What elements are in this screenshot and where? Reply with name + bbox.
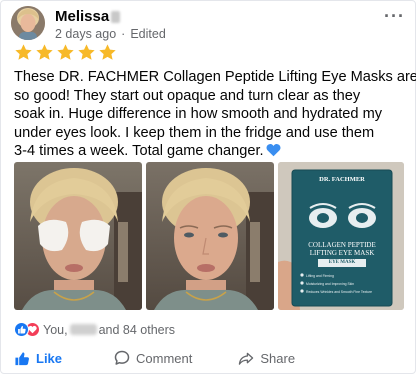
share-icon bbox=[238, 351, 254, 366]
review-line: These DR. FACHMER Collagen Peptide Lifti… bbox=[14, 69, 416, 85]
photo-gallery: DR. FACHMER COLLAGEN PEPTIDE LIFTING EYE… bbox=[14, 162, 404, 310]
more-options-icon[interactable]: ··· bbox=[384, 7, 405, 25]
edited-label[interactable]: Edited bbox=[130, 27, 165, 41]
reactions-prefix: You, bbox=[43, 322, 68, 337]
thumbs-up-icon bbox=[14, 351, 30, 366]
author-name[interactable]: Melissa bbox=[55, 8, 109, 25]
photo-with-eye-masks[interactable] bbox=[14, 162, 142, 310]
reactions-summary[interactable]: You, and 84 others bbox=[14, 321, 175, 338]
photo-product-box[interactable]: DR. FACHMER COLLAGEN PEPTIDE LIFTING EYE… bbox=[278, 162, 404, 310]
star-icon bbox=[77, 43, 96, 65]
post-header: Melissa 2 days ago · Edited ··· bbox=[11, 6, 407, 42]
product-subtitle: EYE MASK bbox=[328, 260, 356, 265]
product-features: Lifting and Firming Moisturizing and Imp… bbox=[306, 272, 392, 296]
like-button[interactable]: Like bbox=[14, 351, 62, 366]
blurred-name bbox=[69, 323, 97, 335]
comment-button[interactable]: Comment bbox=[114, 350, 192, 366]
reactions-text: You, and 84 others bbox=[43, 323, 175, 337]
reactions-suffix: and 84 others bbox=[98, 322, 176, 337]
review-last-line: 3-4 times a week. Total game changer. bbox=[14, 142, 407, 163]
blurred-name-part bbox=[111, 10, 121, 23]
like-label: Like bbox=[36, 350, 63, 366]
star-rating bbox=[14, 43, 117, 65]
review-line: so good! They start out opaque and turn … bbox=[14, 87, 361, 104]
comment-icon bbox=[114, 350, 130, 366]
star-icon bbox=[56, 43, 75, 65]
product-brand: DR. FACHMER bbox=[319, 176, 365, 183]
share-label: Share bbox=[260, 350, 296, 366]
blue-heart-icon bbox=[266, 143, 281, 163]
post-actions: Like Comment Share bbox=[14, 348, 404, 368]
review-line: under eyes look. I keep them in the frid… bbox=[14, 124, 375, 141]
star-icon bbox=[35, 43, 54, 65]
product-title-line: COLLAGEN PEPTIDE bbox=[308, 241, 376, 249]
product-feature: Lifting and Firming bbox=[306, 274, 334, 278]
review-text: These DR. FACHMER Collagen Peptide Lifti… bbox=[14, 68, 416, 163]
share-button[interactable]: Share bbox=[238, 351, 295, 366]
product-feature: Reduces Wrinkles and Smooth Fine Texture bbox=[306, 290, 373, 294]
like-reaction-icon bbox=[14, 322, 29, 337]
product-title: COLLAGEN PEPTIDE LIFTING EYE MASK bbox=[292, 241, 392, 257]
comment-label: Comment bbox=[136, 350, 193, 366]
star-icon bbox=[14, 43, 33, 65]
review-post-card: Melissa 2 days ago · Edited ··· These DR. … bbox=[0, 0, 416, 374]
product-feature: Moisturizing and Improving Skin bbox=[306, 282, 355, 286]
post-time[interactable]: 2 days ago bbox=[55, 27, 116, 41]
star-icon bbox=[98, 43, 117, 65]
post-meta: 2 days ago · Edited bbox=[55, 27, 166, 41]
photo-after-eye-masks[interactable] bbox=[146, 162, 274, 310]
review-line: soak in. Huge difference in how smooth a… bbox=[14, 106, 383, 123]
product-title-line: LIFTING EYE MASK bbox=[309, 249, 375, 257]
review-line: 3-4 times a week. Total game changer. bbox=[14, 143, 264, 160]
meta-separator: · bbox=[121, 27, 126, 41]
avatar[interactable] bbox=[11, 6, 45, 40]
